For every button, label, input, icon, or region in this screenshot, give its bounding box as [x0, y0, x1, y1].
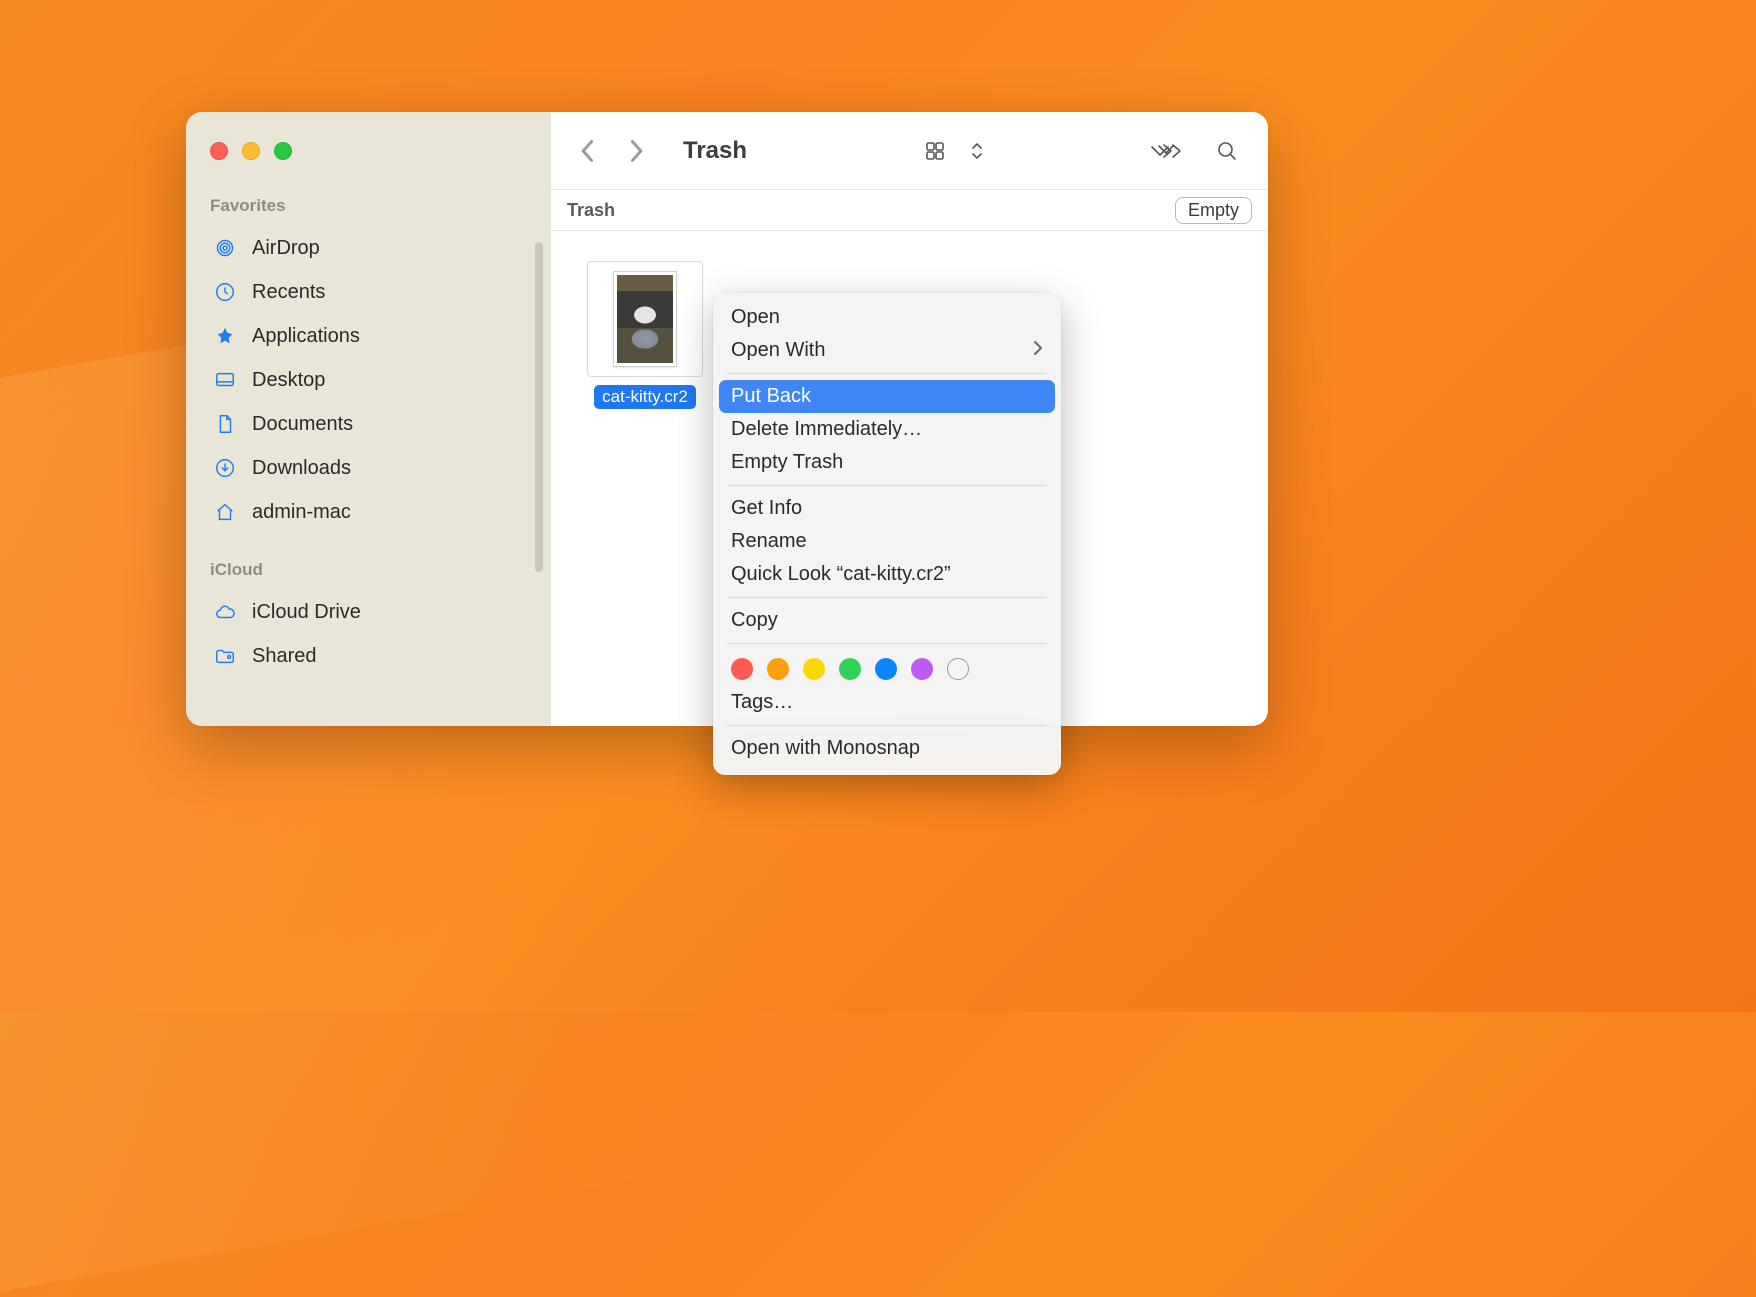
view-switcher[interactable] — [916, 132, 996, 170]
search-button[interactable] — [1208, 132, 1246, 170]
toolbar-overflow-chevrons-icon[interactable] — [1154, 132, 1192, 170]
context-menu-put-back[interactable]: Put Back — [719, 380, 1055, 413]
context-menu-label: Quick Look “cat-kitty.cr2” — [731, 563, 951, 586]
chevron-right-icon — [1033, 339, 1043, 362]
context-menu-label: Tags… — [731, 691, 793, 714]
clock-icon — [212, 279, 238, 305]
context-menu-open-with-monosnap[interactable]: Open with Monosnap — [713, 732, 1061, 765]
file-preview-image — [617, 275, 673, 363]
tag-color-yellow[interactable] — [803, 658, 825, 680]
context-menu-quick-look[interactable]: Quick Look “cat-kitty.cr2” — [713, 558, 1061, 591]
context-menu-separator — [727, 725, 1047, 726]
nav-forward-button[interactable] — [617, 132, 655, 170]
context-menu-copy[interactable]: Copy — [713, 604, 1061, 637]
context-menu-label: Open — [731, 306, 780, 329]
sidebar-item-label: iCloud Drive — [252, 601, 361, 624]
desktop-icon — [212, 367, 238, 393]
sidebar-item-label: Documents — [252, 413, 353, 436]
context-menu-rename[interactable]: Rename — [713, 525, 1061, 558]
sidebar-item-home[interactable]: admin-mac — [208, 490, 551, 534]
context-menu-label: Get Info — [731, 497, 802, 520]
context-menu-empty-trash[interactable]: Empty Trash — [713, 446, 1061, 479]
tag-color-red[interactable] — [731, 658, 753, 680]
context-menu-delete-immediately[interactable]: Delete Immediately… — [713, 413, 1061, 446]
file-thumbnail-frame — [587, 261, 703, 377]
sidebar-heading-icloud: iCloud — [208, 554, 551, 590]
file-name-label[interactable]: cat-kitty.cr2 — [594, 385, 696, 409]
context-menu-separator — [727, 597, 1047, 598]
context-menu-label: Put Back — [731, 385, 811, 408]
context-menu-separator — [727, 485, 1047, 486]
tag-color-none[interactable] — [947, 658, 969, 680]
context-menu-tag-colors — [713, 650, 1061, 686]
applications-icon — [212, 323, 238, 349]
tag-color-purple[interactable] — [911, 658, 933, 680]
context-menu-open[interactable]: Open — [713, 301, 1061, 334]
window-title: Trash — [683, 137, 906, 165]
cloud-icon — [212, 599, 238, 625]
minimize-window-button[interactable] — [242, 142, 260, 160]
home-icon — [212, 499, 238, 525]
tag-color-blue[interactable] — [875, 658, 897, 680]
sidebar-item-recents[interactable]: Recents — [208, 270, 551, 314]
sidebar: Favorites AirDrop Recents Applications D… — [186, 112, 551, 726]
sidebar-scrollbar[interactable] — [535, 242, 543, 572]
toolbar: Trash — [551, 112, 1268, 189]
tag-color-orange[interactable] — [767, 658, 789, 680]
sidebar-item-label: Applications — [252, 325, 360, 348]
window-traffic-lights — [208, 136, 551, 190]
context-menu-separator — [727, 643, 1047, 644]
sidebar-item-label: admin-mac — [252, 501, 351, 524]
document-icon — [212, 411, 238, 437]
context-menu: Open Open With Put Back Delete Immediate… — [713, 293, 1061, 775]
sidebar-item-downloads[interactable]: Downloads — [208, 446, 551, 490]
file-item[interactable]: cat-kitty.cr2 — [581, 261, 709, 409]
sidebar-item-label: AirDrop — [252, 237, 320, 260]
sidebar-item-label: Recents — [252, 281, 325, 304]
context-menu-label: Open with Monosnap — [731, 737, 920, 760]
icon-view-grid-icon — [916, 132, 954, 170]
shared-folder-icon — [212, 643, 238, 669]
location-label: Trash — [567, 200, 1175, 221]
sidebar-item-label: Desktop — [252, 369, 325, 392]
nav-back-button[interactable] — [569, 132, 607, 170]
sidebar-item-documents[interactable]: Documents — [208, 402, 551, 446]
context-menu-label: Copy — [731, 609, 778, 632]
context-menu-tags[interactable]: Tags… — [713, 686, 1061, 719]
airdrop-icon — [212, 235, 238, 261]
file-thumbnail — [613, 271, 677, 367]
close-window-button[interactable] — [210, 142, 228, 160]
sidebar-item-icloud-drive[interactable]: iCloud Drive — [208, 590, 551, 634]
tag-color-green[interactable] — [839, 658, 861, 680]
sidebar-item-label: Shared — [252, 645, 317, 668]
sidebar-heading-favorites: Favorites — [208, 190, 551, 226]
context-menu-label: Delete Immediately… — [731, 418, 922, 441]
sidebar-item-desktop[interactable]: Desktop — [208, 358, 551, 402]
context-menu-separator — [727, 373, 1047, 374]
context-menu-label: Open With — [731, 339, 825, 362]
empty-trash-button[interactable]: Empty — [1175, 197, 1252, 224]
download-icon — [212, 455, 238, 481]
sidebar-item-airdrop[interactable]: AirDrop — [208, 226, 551, 270]
context-menu-get-info[interactable]: Get Info — [713, 492, 1061, 525]
pathbar: Trash Empty — [551, 189, 1268, 231]
context-menu-label: Rename — [731, 530, 807, 553]
context-menu-label: Empty Trash — [731, 451, 843, 474]
fullscreen-window-button[interactable] — [274, 142, 292, 160]
sidebar-item-applications[interactable]: Applications — [208, 314, 551, 358]
context-menu-open-with[interactable]: Open With — [713, 334, 1061, 367]
chevron-updown-icon — [958, 132, 996, 170]
sidebar-item-shared[interactable]: Shared — [208, 634, 551, 678]
sidebar-item-label: Downloads — [252, 457, 351, 480]
